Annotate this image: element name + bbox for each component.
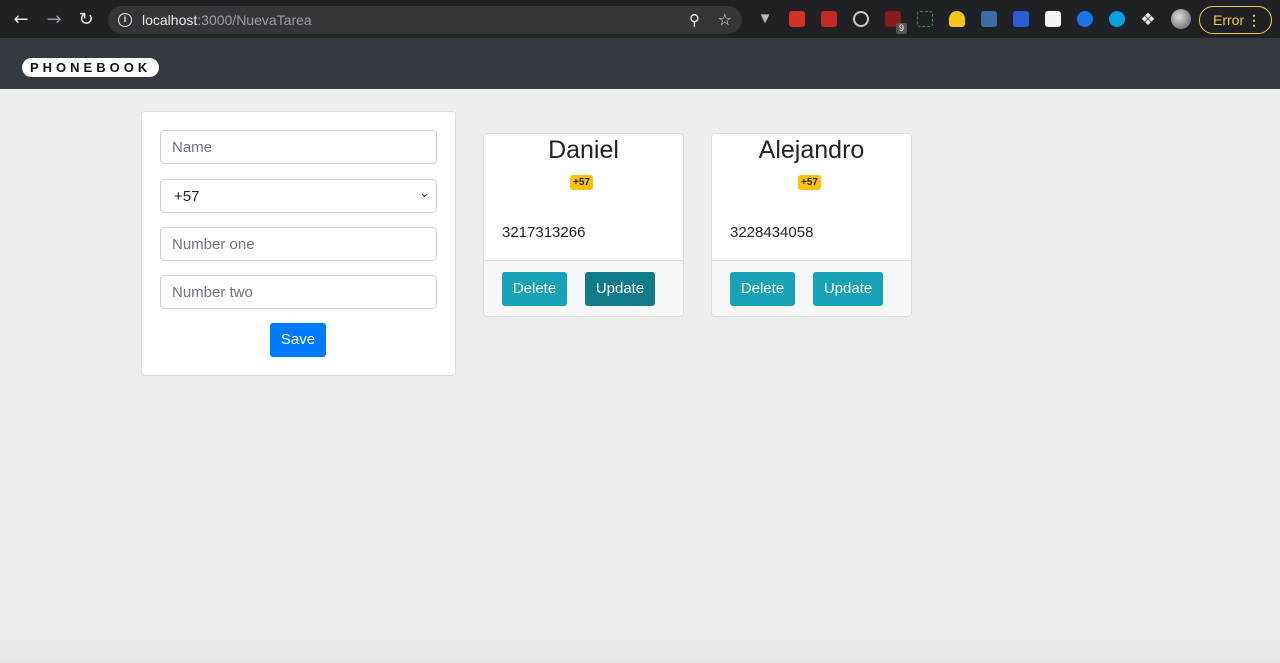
extension-icon[interactable] — [981, 11, 997, 27]
page-bottom-shade — [0, 628, 1280, 663]
update-button[interactable]: Update — [813, 272, 883, 306]
extension-badge: 9 — [896, 23, 907, 34]
kebab-icon: ⋮ — [1247, 12, 1261, 28]
contact-form: +57 ⌄ Save — [141, 111, 456, 376]
w-extension-icon[interactable] — [1045, 11, 1061, 27]
contact-phone: 3217313266 — [502, 224, 586, 241]
extension-icon[interactable] — [821, 11, 837, 27]
address-bar[interactable]: i localhost:3000/NuevaTarea ⚲ ☆ — [108, 6, 742, 34]
brand-logo[interactable]: PHONEBOOK — [22, 58, 160, 77]
target-extension-icon[interactable] — [853, 11, 869, 27]
puzzle-extensions-icon[interactable]: ❖ — [1136, 8, 1160, 32]
loop-extension-icon[interactable] — [1109, 11, 1125, 27]
star-icon[interactable]: ☆ — [718, 10, 732, 29]
vue-extension-icon[interactable]: ▼ — [757, 11, 773, 27]
card-footer: Delete Update — [484, 260, 683, 316]
reload-icon[interactable]: ↻ — [74, 8, 98, 32]
country-code-badge: +57 — [570, 175, 593, 190]
app-navbar: PHONEBOOK — [0, 39, 1280, 89]
contact-card: Daniel +57 3217313266 Delete Update — [483, 133, 684, 317]
update-button[interactable]: Update — [585, 272, 655, 306]
error-button[interactable]: Error ⋮ — [1199, 6, 1272, 34]
profile-avatar[interactable] — [1171, 9, 1191, 29]
url-text[interactable]: localhost:3000/NuevaTarea — [142, 12, 312, 28]
zip-extension-icon[interactable] — [1013, 11, 1029, 27]
browser-toolbar: ← → ↻ i localhost:3000/NuevaTarea ⚲ ☆ ▼ … — [0, 0, 1280, 39]
name-input[interactable] — [160, 130, 437, 164]
contact-card: Alejandro +57 3228434058 Delete Update — [711, 133, 912, 317]
extension-icon[interactable] — [1077, 11, 1093, 27]
number-one-input[interactable] — [160, 227, 437, 261]
card-footer: Delete Update — [712, 260, 911, 316]
country-code-badge: +57 — [798, 175, 821, 190]
cors-extension-icon[interactable] — [789, 11, 805, 27]
save-button[interactable]: Save — [270, 323, 326, 357]
country-code-value: +57 — [174, 188, 200, 205]
forward-arrow-icon[interactable]: → — [42, 8, 66, 32]
contact-phone: 3228434058 — [730, 224, 814, 241]
contact-name: Daniel — [548, 136, 619, 164]
number-two-input[interactable] — [160, 275, 437, 309]
back-arrow-icon[interactable]: ← — [9, 8, 33, 32]
zoom-icon[interactable]: ⚲ — [689, 11, 700, 29]
chevron-down-icon: ⌄ — [419, 186, 430, 201]
ghost-extension-icon[interactable] — [949, 11, 965, 27]
delete-button[interactable]: Delete — [502, 272, 567, 306]
info-icon[interactable]: i — [118, 13, 132, 27]
delete-button[interactable]: Delete — [730, 272, 795, 306]
contact-name: Alejandro — [758, 136, 865, 164]
country-code-select[interactable]: +57 ⌄ — [160, 179, 437, 213]
screenshot-extension-icon[interactable] — [917, 11, 933, 27]
